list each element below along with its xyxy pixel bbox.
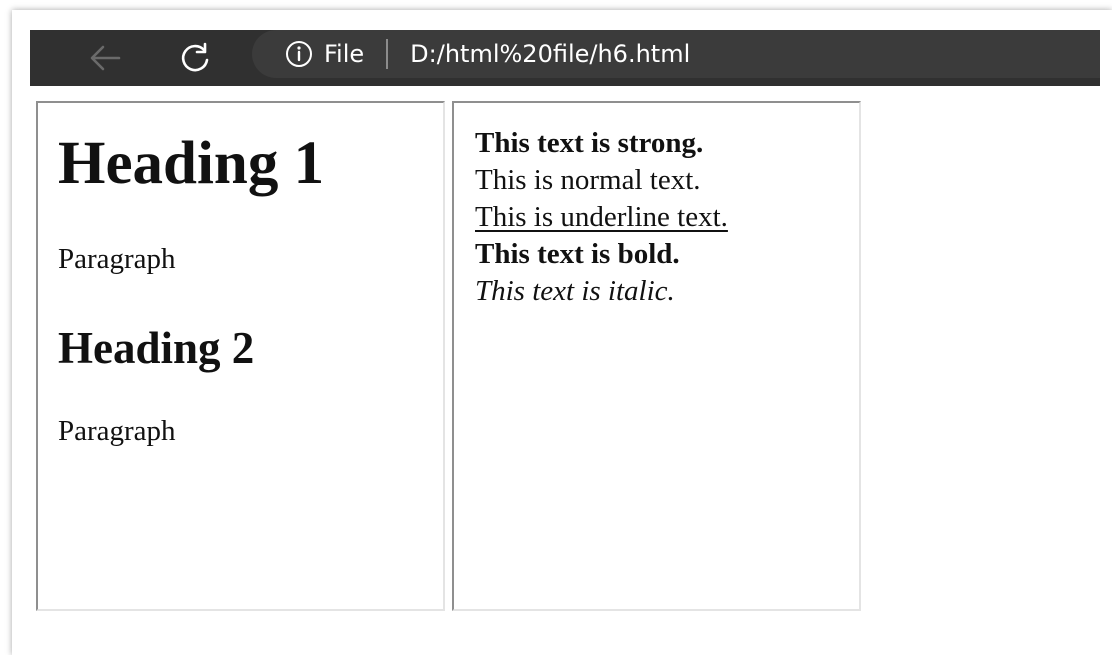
address-divider <box>386 39 389 69</box>
text-formatting-list: This text is strong. This is normal text… <box>475 125 728 310</box>
reload-icon <box>181 42 209 72</box>
left-frame: Heading 1 Paragraph Heading 2 Paragraph <box>36 101 445 611</box>
arrow-left-icon <box>90 45 121 71</box>
scheme-label: File <box>324 40 365 68</box>
heading-1: Heading 1 <box>58 130 325 197</box>
strong-text: This text is strong. <box>475 127 704 159</box>
paragraph-1: Paragraph <box>58 243 176 275</box>
address-bar[interactable]: File D:/html%20file/h6.html <box>252 30 1100 78</box>
bold-text: This text is bold. <box>475 238 680 270</box>
paragraph-2: Paragraph <box>58 415 176 447</box>
normal-text: This is normal text. <box>475 164 701 196</box>
italic-text: This text is italic. <box>475 275 675 307</box>
underline-text: This is underline text. <box>475 201 728 233</box>
right-frame: This text is strong. This is normal text… <box>452 101 861 611</box>
reload-button[interactable] <box>170 38 220 78</box>
browser-toolbar: File D:/html%20file/h6.html <box>30 30 1100 86</box>
heading-2: Heading 2 <box>58 323 255 373</box>
info-circle-icon[interactable] <box>284 39 314 69</box>
back-button[interactable] <box>80 38 130 78</box>
url-text[interactable]: D:/html%20file/h6.html <box>410 40 690 68</box>
